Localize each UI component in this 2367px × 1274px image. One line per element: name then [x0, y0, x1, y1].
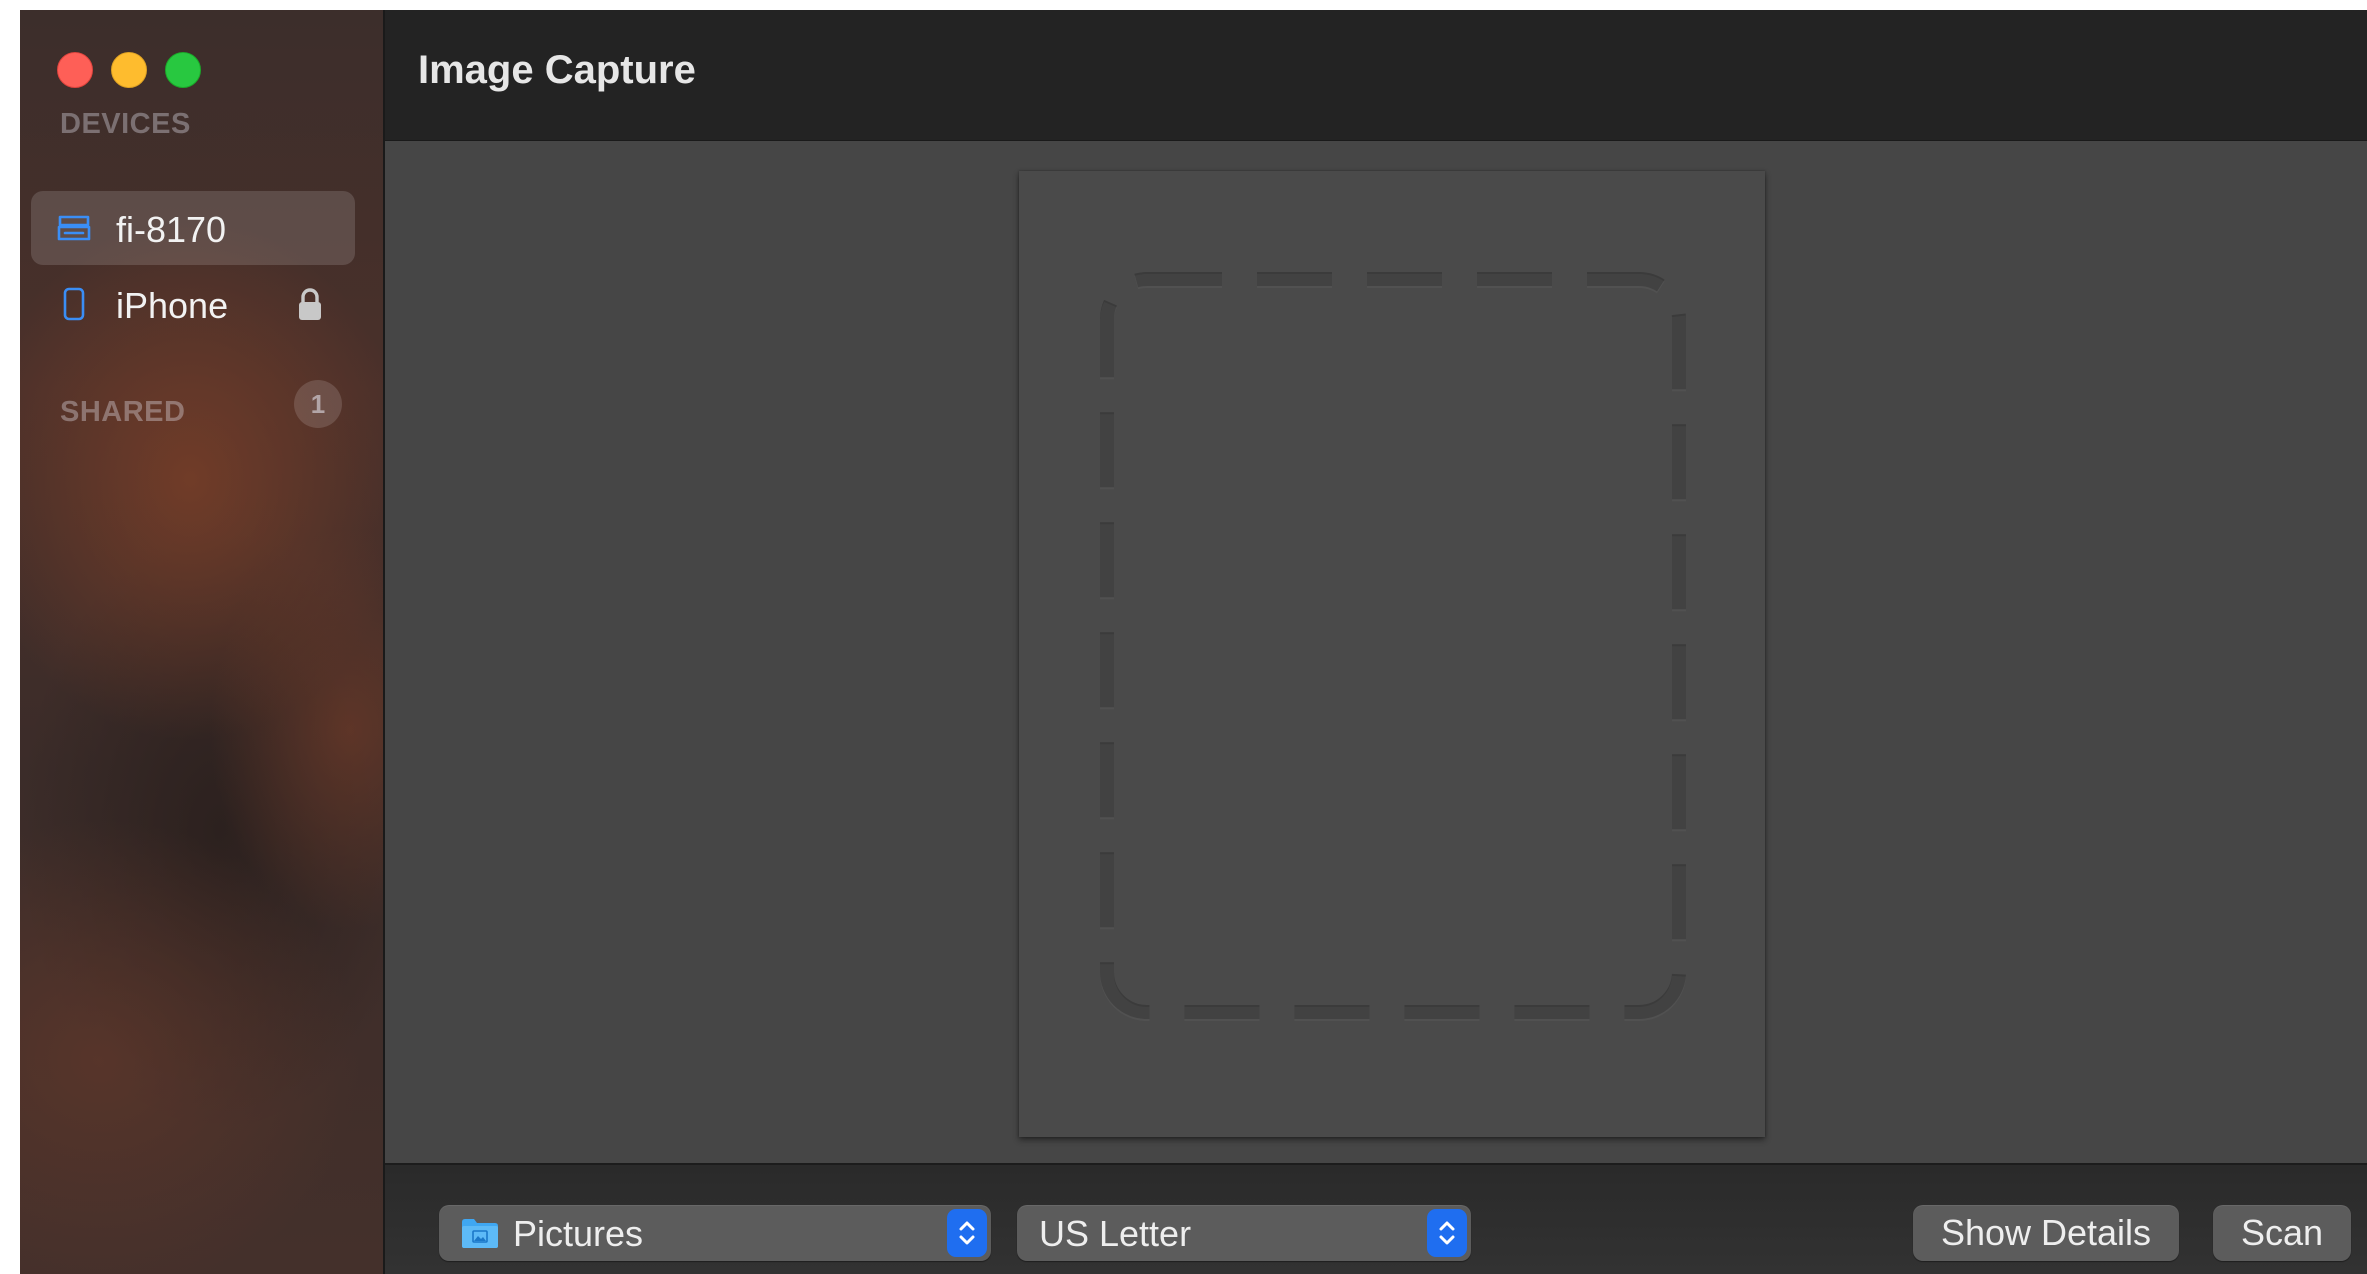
lock-icon [295, 287, 325, 323]
close-window-button[interactable] [57, 52, 93, 88]
destination-stepper[interactable] [947, 1209, 987, 1257]
sidebar-item-label: fi-8170 [116, 209, 227, 250]
chevron-up-down-icon [1439, 1221, 1455, 1245]
shared-count-badge: 1 [294, 380, 342, 428]
sidebar-item-label: iPhone [116, 285, 229, 326]
sidebar-item-iphone[interactable]: iPhone [31, 267, 355, 341]
sidebar-item-fi-8170[interactable]: fi-8170 [31, 191, 355, 265]
paper-size-stepper[interactable] [1427, 1209, 1467, 1257]
window-title: Image Capture [418, 48, 696, 92]
pictures-folder-icon [461, 1217, 499, 1249]
scan-region-placeholder [1100, 272, 1686, 1021]
show-details-button[interactable]: Show Details [1913, 1205, 2179, 1261]
devices-section-header: DEVICES [60, 108, 191, 140]
iphone-icon [57, 287, 91, 321]
sidebar: DEVICES fi-8170 iPhone SHARED 1 [20, 10, 385, 1274]
shared-section-header: SHARED [60, 396, 186, 428]
chevron-up-down-icon [959, 1221, 975, 1245]
scan-preview-area [385, 141, 2367, 1163]
minimize-window-button[interactable] [111, 52, 147, 88]
paper-size-popup[interactable]: US Letter [1017, 1205, 1471, 1261]
scanner-icon [57, 211, 91, 245]
title-bar: Image Capture [385, 10, 2367, 141]
destination-popup[interactable]: Pictures [439, 1205, 991, 1261]
image-capture-window: DEVICES fi-8170 iPhone SHARED 1 Image Ca… [20, 10, 2367, 1274]
bottom-toolbar: Pictures US Letter Show Details Scan [385, 1163, 2367, 1274]
scan-button[interactable]: Scan [2213, 1205, 2351, 1261]
paper-size-value: US Letter [1039, 1213, 1192, 1254]
destination-value: Pictures [513, 1213, 644, 1254]
paper-preview [1019, 171, 1765, 1137]
zoom-window-button[interactable] [165, 52, 201, 88]
